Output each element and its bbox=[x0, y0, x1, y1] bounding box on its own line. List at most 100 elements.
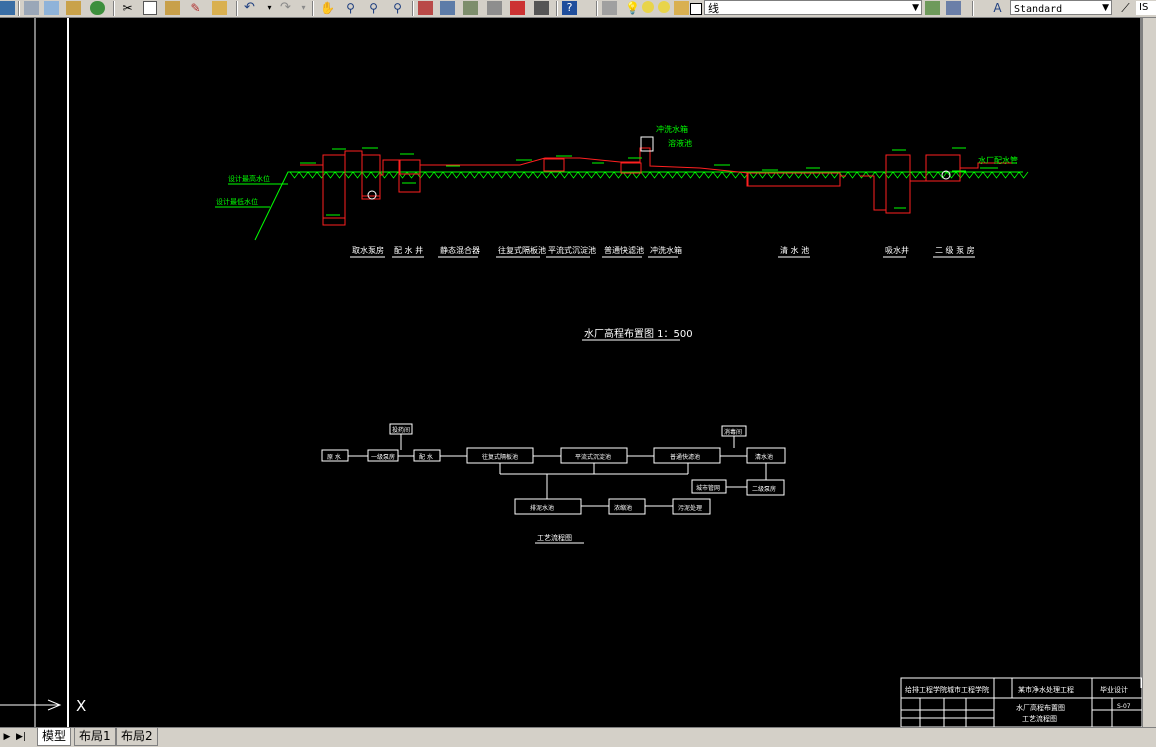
elevation-profile: 冲洗水箱 溶液池 水厂配水管 设计最高水位 设计最低水位 取水泵房 配 水 井 … bbox=[215, 124, 1029, 341]
flow-box-label: 一级泵房 bbox=[371, 453, 395, 461]
layer-viewport-freeze-icon[interactable] bbox=[658, 1, 670, 13]
toolbar-separator bbox=[972, 1, 974, 16]
profile-label: 往复式隔板池 bbox=[498, 245, 546, 255]
make-object-layer-current-icon[interactable] bbox=[925, 1, 940, 15]
profile-label: 配 水 井 bbox=[394, 245, 423, 255]
layer-previous-icon[interactable] bbox=[946, 1, 961, 15]
level-markers bbox=[300, 147, 998, 216]
tab-layout1[interactable]: 布局1 bbox=[74, 728, 116, 746]
title-block-project: 某市净水处理工程 bbox=[1018, 685, 1074, 694]
title-block: 给排工程学院城市工程学院 某市净水处理工程 毕业设计 水厂高程布置图 工艺流程图… bbox=[900, 677, 1142, 727]
layer-freeze-sun-icon[interactable] bbox=[642, 1, 654, 13]
flow-box-label: 原 水 bbox=[327, 453, 341, 461]
vertical-scrollbar[interactable] bbox=[1142, 18, 1156, 727]
callout-low-water: 设计最低水位 bbox=[216, 197, 258, 206]
redo-dropdown-icon[interactable]: ▾ bbox=[296, 1, 311, 15]
paste-icon[interactable] bbox=[165, 1, 180, 15]
sheet-set-icon[interactable] bbox=[487, 1, 502, 15]
suction-well bbox=[885, 154, 911, 214]
standard-toolbar: ✂ ✎ ↶ ▾ ↷ ▾ ✋ ⚲ ⚲ ⚲ ? 💡 线 ▼ A Standard ▼… bbox=[0, 0, 1156, 18]
profile-label: 静态混合器 bbox=[440, 245, 480, 255]
title-block-drawing-name-1: 水厂高程布置图 bbox=[1016, 703, 1065, 712]
profile-label: 取水泵房 bbox=[352, 245, 384, 255]
toolbar-separator bbox=[596, 1, 598, 16]
flow-box-label: 普通快滤池 bbox=[670, 453, 700, 461]
redo-icon[interactable]: ↷ bbox=[278, 1, 293, 15]
zoom-realtime-icon[interactable]: ⚲ bbox=[343, 1, 358, 15]
profile-label: 清 水 池 bbox=[780, 245, 809, 255]
zoom-previous-icon[interactable]: ⚲ bbox=[390, 1, 405, 15]
tab-first-icon[interactable]: ▶ bbox=[0, 730, 14, 744]
text-style-name: Standard bbox=[1014, 4, 1063, 15]
profile-labels: 取水泵房 配 水 井 静态混合器 往复式隔板池 平流式沉淀池 普通快滤池 冲洗水… bbox=[352, 245, 975, 255]
flocculation-tank bbox=[543, 158, 565, 172]
calculator-icon[interactable] bbox=[534, 1, 549, 15]
callout-high-water: 设计最高水位 bbox=[228, 174, 270, 183]
callout-solution-tank: 溶液池 bbox=[668, 138, 692, 148]
text-style-icon[interactable]: A bbox=[990, 1, 1005, 15]
toolbar-separator bbox=[236, 1, 238, 16]
flow-box-label: 配 水 bbox=[419, 453, 433, 461]
wash-water-tank bbox=[640, 136, 654, 152]
save-icon[interactable] bbox=[0, 1, 15, 15]
layer-lock-icon[interactable] bbox=[674, 1, 689, 15]
layer-name: 线 bbox=[708, 2, 719, 15]
markup-icon[interactable] bbox=[510, 1, 525, 15]
dimension-style-icon[interactable]: ⟋ bbox=[1118, 1, 1133, 15]
ucs-x-label: X bbox=[76, 697, 86, 715]
properties-icon[interactable] bbox=[418, 1, 433, 15]
toolbar-separator bbox=[113, 1, 115, 16]
undo-dropdown-icon[interactable]: ▾ bbox=[262, 1, 277, 15]
help-icon[interactable]: ? bbox=[562, 1, 577, 15]
ucs-icon bbox=[0, 699, 62, 711]
tab-model[interactable]: 模型 bbox=[37, 728, 72, 746]
layout-tab-bar: ▶ ▶| 模型 布局1 布局2 bbox=[0, 727, 1156, 747]
match-properties-icon[interactable]: ✎ bbox=[188, 1, 203, 15]
layer-on-lightbulb-icon[interactable]: 💡 bbox=[625, 1, 640, 15]
dimension-style-dropdown-cut[interactable]: IS bbox=[1136, 1, 1156, 15]
toolbar-separator bbox=[412, 1, 414, 16]
process-flow-diagram bbox=[321, 423, 786, 515]
toolbar-separator bbox=[556, 1, 558, 16]
cut-icon[interactable]: ✂ bbox=[120, 1, 135, 15]
chevron-down-icon: ▼ bbox=[1102, 3, 1109, 13]
undo-icon[interactable]: ↶ bbox=[242, 1, 257, 15]
profile-label: 平流式沉淀池 bbox=[548, 245, 596, 255]
plot-preview-icon[interactable] bbox=[44, 1, 59, 15]
flow-box-label: 往复式隔板池 bbox=[482, 453, 518, 461]
flow-box-label: 清水池 bbox=[755, 453, 773, 461]
flow-box-label: 城市管网 bbox=[696, 484, 720, 492]
flow-box-label: 二级泵房 bbox=[752, 485, 776, 493]
zoom-window-icon[interactable]: ⚲ bbox=[366, 1, 381, 15]
callout-wash-tank: 冲洗水箱 bbox=[656, 124, 688, 134]
pan-icon[interactable]: ✋ bbox=[320, 1, 335, 15]
toolbar-separator bbox=[312, 1, 314, 16]
design-center-icon[interactable] bbox=[440, 1, 455, 15]
layer-dropdown[interactable]: 线 ▼ bbox=[704, 0, 922, 15]
title-block-drawing-name-2: 工艺流程图 bbox=[1022, 714, 1057, 723]
tab-layout2[interactable]: 布局2 bbox=[116, 728, 158, 746]
model-space-drawing[interactable]: 冲洗水箱 溶液池 水厂配水管 设计最高水位 设计最低水位 取水泵房 配 水 井 … bbox=[0, 18, 1142, 727]
profile-label: 普通快滤池 bbox=[604, 245, 644, 255]
block-editor-icon[interactable] bbox=[212, 1, 227, 15]
profile-title: 水厂高程布置图 1：500 bbox=[584, 327, 693, 340]
print-icon[interactable] bbox=[24, 1, 39, 15]
globe-icon[interactable] bbox=[90, 1, 105, 15]
layer-color-swatch-icon[interactable] bbox=[690, 3, 702, 15]
tool-palettes-icon[interactable] bbox=[463, 1, 478, 15]
text-style-dropdown[interactable]: Standard ▼ bbox=[1010, 0, 1112, 15]
publish-icon[interactable] bbox=[66, 1, 81, 15]
flow-box-label: 浓缩池 bbox=[614, 504, 632, 512]
copy-icon[interactable] bbox=[143, 1, 157, 15]
layer-manager-icon[interactable] bbox=[602, 1, 617, 15]
chevron-down-icon: ▼ bbox=[912, 3, 919, 13]
callout-outlet-pipe: 水厂配水管 bbox=[978, 155, 1018, 165]
tab-last-icon[interactable]: ▶| bbox=[14, 730, 28, 744]
profile-label: 冲洗水箱 bbox=[650, 245, 682, 255]
flow-box-label: 污泥处理 bbox=[678, 504, 702, 512]
profile-label: 吸水井 bbox=[885, 245, 909, 255]
clear-water-reservoir bbox=[746, 172, 841, 187]
drawing-canvas[interactable]: 冲洗水箱 溶液池 水厂配水管 设计最高水位 设计最低水位 取水泵房 配 水 井 … bbox=[0, 18, 1142, 727]
flow-box-label: 排泥水池 bbox=[530, 504, 554, 512]
title-block-stage: 毕业设计 bbox=[1100, 685, 1128, 694]
